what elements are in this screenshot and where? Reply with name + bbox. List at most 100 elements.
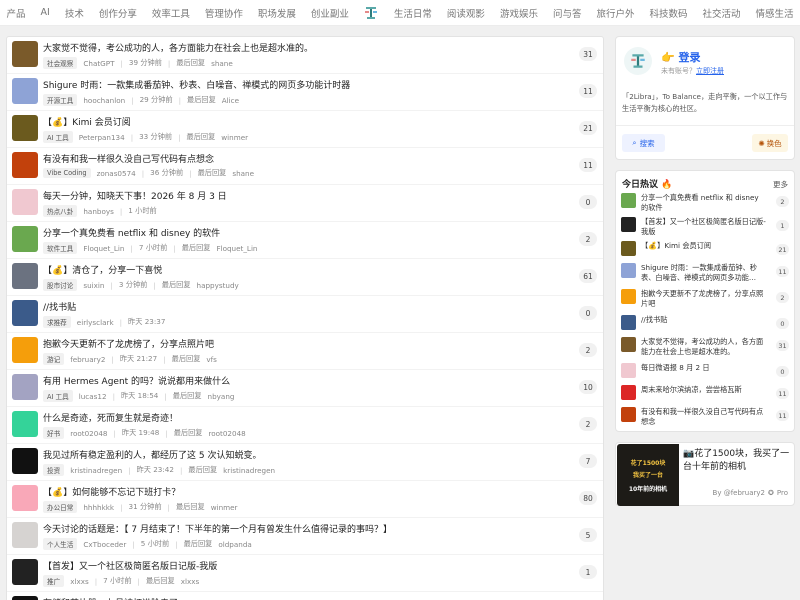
nav-item-qa[interactable]: 问与答 bbox=[545, 6, 589, 20]
site-logo-icon[interactable] bbox=[363, 5, 379, 21]
avatar[interactable] bbox=[12, 448, 38, 474]
last-reply-user[interactable]: Floquet_Lin bbox=[216, 244, 257, 253]
avatar[interactable] bbox=[621, 241, 636, 256]
nav-item-career[interactable]: 职场发展 bbox=[250, 6, 303, 20]
topic-title[interactable]: 每天一分钟，知晓天下事！2026 年 8 月 3 日 bbox=[43, 189, 227, 202]
topic-title[interactable]: 存储和芯片股，七月被打进脸走了 bbox=[43, 596, 178, 600]
promo-title[interactable]: 📷花了1500块，我买了一台十年前的相机 bbox=[683, 448, 793, 474]
topic-author[interactable]: lucas12 bbox=[79, 392, 107, 401]
nav-item-digital[interactable]: 科技数码 bbox=[642, 6, 695, 20]
topic-row[interactable]: //找书贴 求推荐 eirlysclark | 昨天 23:37 0 bbox=[7, 296, 603, 333]
topic-tag[interactable]: 好书 bbox=[43, 427, 65, 439]
topic-tag[interactable]: 热点八卦 bbox=[43, 205, 78, 217]
avatar[interactable] bbox=[12, 337, 38, 363]
topic-tag[interactable]: 投资 bbox=[43, 464, 65, 476]
topic-author[interactable]: hhhhkkk bbox=[83, 503, 114, 512]
hot-topic-title[interactable]: 周末来哈尔滨纳凉，尝尝格瓦斯 bbox=[641, 385, 767, 395]
topic-title[interactable]: 我见过所有稳定盈利的人，都经历了这 5 次认知蜕变。 bbox=[43, 448, 261, 461]
topic-author[interactable]: february2 bbox=[70, 355, 105, 364]
avatar[interactable] bbox=[12, 411, 38, 437]
hot-topic-title[interactable]: //找书贴 bbox=[641, 315, 767, 325]
avatar[interactable] bbox=[12, 189, 38, 215]
topic-title[interactable]: Shigure 时雨：一款集成番茄钟、秒表、白噪音、禅模式的网页多功能计时器 bbox=[43, 78, 350, 91]
last-reply-user[interactable]: xlxxs bbox=[181, 577, 200, 586]
nav-item-startup[interactable]: 创业副业 bbox=[303, 6, 356, 20]
avatar[interactable] bbox=[12, 485, 38, 511]
avatar[interactable] bbox=[12, 300, 38, 326]
nav-item-reading[interactable]: 阅读观影 bbox=[439, 6, 492, 20]
topic-tag[interactable]: 股市讨论 bbox=[43, 279, 78, 291]
topic-author[interactable]: suixin bbox=[83, 281, 104, 290]
topic-row[interactable]: 大家觉不觉得，考公成功的人，各方面能力在社会上也是超水准的。 社会观察 ChatGP… bbox=[7, 37, 603, 74]
topic-author[interactable]: CxTboceder bbox=[83, 540, 126, 549]
topic-author[interactable]: xlxxs bbox=[70, 577, 89, 586]
topic-tag[interactable]: Vibe Coding bbox=[43, 168, 91, 178]
nav-item-life[interactable]: 生活日常 bbox=[386, 6, 439, 20]
topic-title[interactable]: 大家觉不觉得，考公成功的人，各方面能力在社会上也是超水准的。 bbox=[43, 41, 313, 54]
topic-row[interactable]: 分享一个真免费看 netflix 和 disney 的软件 软件工具 Floquet… bbox=[7, 222, 603, 259]
topic-author[interactable]: Peterpan134 bbox=[79, 133, 125, 142]
topic-author[interactable]: hoochanlon bbox=[83, 96, 125, 105]
topic-author[interactable]: hanboys bbox=[83, 207, 113, 216]
avatar[interactable] bbox=[12, 226, 38, 252]
avatar[interactable] bbox=[12, 152, 38, 178]
last-reply-user[interactable]: nbyang bbox=[208, 392, 235, 401]
more-link[interactable]: 更多 bbox=[773, 179, 788, 190]
last-reply-user[interactable]: oldpanda bbox=[218, 540, 251, 549]
hot-topic-title[interactable]: Shigure 时雨：一款集成番茄钟、秒表、白噪音、禅模式的网页多功能… bbox=[641, 263, 767, 283]
topic-tag[interactable]: 开源工具 bbox=[43, 94, 78, 106]
topic-row[interactable]: 什么是奇迹，死而复生就是奇迹！ 好书 root02048 | 昨天 19:48 | 最后回复… bbox=[7, 407, 603, 444]
search-button[interactable]: ⌕ 搜索 bbox=[622, 134, 665, 152]
nav-item-ai[interactable]: AI bbox=[33, 7, 57, 18]
topic-tag[interactable]: AI 工具 bbox=[43, 390, 73, 402]
topic-title[interactable]: 抱歉今天更新不了龙虎榜了，分享点照片吧 bbox=[43, 337, 214, 350]
nav-item-games[interactable]: 游戏娱乐 bbox=[492, 6, 545, 20]
topic-tag[interactable]: 办公日常 bbox=[43, 501, 78, 513]
nav-item-travel[interactable]: 旅行户外 bbox=[589, 6, 642, 20]
topic-tag[interactable]: AI 工具 bbox=[43, 131, 73, 143]
nav-item-efficiency[interactable]: 效率工具 bbox=[144, 6, 197, 20]
topic-tag[interactable]: 个人生活 bbox=[43, 538, 78, 550]
topic-row[interactable]: 【首发】又一个社区极简匿名版日记版-我版 推广 xlxxs | 7 小时前 | 最后回复 xl… bbox=[7, 555, 603, 592]
hot-topic-title[interactable]: 抱歉今天更新不了龙虎榜了，分享点照片吧 bbox=[641, 289, 767, 309]
topic-row[interactable]: 有没有和我一样很久没自己写代码有点想念 Vibe Coding zonas0574 |… bbox=[7, 148, 603, 185]
topic-row[interactable]: 抱歉今天更新不了龙虎榜了，分享点照片吧 游记 february2 | 昨天 21:27 |… bbox=[7, 333, 603, 370]
register-link[interactable]: 立即注册 bbox=[696, 67, 724, 75]
topic-tag[interactable]: 推广 bbox=[43, 575, 65, 587]
theme-color-button[interactable]: ✺ 换色 bbox=[752, 134, 788, 152]
topic-author[interactable]: kristinadregen bbox=[70, 466, 122, 475]
topic-row[interactable]: 【💰】如何能够不忘记下班打卡？ 办公日常 hhhhkkk | 31 分钟前 | 最后回复 wi… bbox=[7, 481, 603, 518]
avatar[interactable] bbox=[12, 115, 38, 141]
topic-title[interactable]: 有没有和我一样很久没自己写代码有点想念 bbox=[43, 152, 214, 165]
avatar[interactable] bbox=[621, 315, 636, 330]
topic-author[interactable]: root02048 bbox=[70, 429, 107, 438]
avatar[interactable] bbox=[621, 217, 636, 232]
topic-author[interactable]: Floquet_Lin bbox=[83, 244, 124, 253]
nav-item-creation[interactable]: 创作分享 bbox=[91, 6, 144, 20]
avatar[interactable] bbox=[621, 385, 636, 400]
last-reply-user[interactable]: shane bbox=[211, 59, 233, 68]
last-reply-user[interactable]: vfs bbox=[206, 355, 217, 364]
promo-author[interactable]: By @february2 bbox=[713, 489, 765, 497]
topic-title[interactable]: 【💰】清仓了，分享一下喜悦 bbox=[43, 263, 162, 276]
last-reply-user[interactable]: happystudy bbox=[197, 281, 239, 290]
topic-title[interactable]: //找书贴 bbox=[43, 300, 76, 313]
topic-tag[interactable]: 求推荐 bbox=[43, 316, 71, 328]
topic-row[interactable]: 每天一分钟，知晓天下事！2026 年 8 月 3 日热点八卦 hanboys | 1 … bbox=[7, 185, 603, 222]
login-link[interactable]: 👉 登录 bbox=[661, 49, 701, 65]
hot-topic-title[interactable]: 分享一个真免费看 netflix 和 disney 的软件 bbox=[641, 193, 767, 213]
hot-topic-title[interactable]: 大家觉不觉得，考公成功的人，各方面能力在社会上也是超水准的。 bbox=[641, 337, 767, 357]
avatar[interactable] bbox=[12, 522, 38, 548]
avatar[interactable] bbox=[12, 263, 38, 289]
avatar[interactable] bbox=[621, 193, 636, 208]
topic-row[interactable]: 我见过所有稳定盈利的人，都经历了这 5 次认知蜕变。 投资 kristinadreg… bbox=[7, 444, 603, 481]
avatar[interactable] bbox=[621, 337, 636, 352]
last-reply-user[interactable]: winmer bbox=[221, 133, 248, 142]
avatar[interactable] bbox=[12, 559, 38, 585]
topic-row[interactable]: 【💰】Kimi 会员订阅 AI 工具 Peterpan134 | 33 分钟前 | 最后回复… bbox=[7, 111, 603, 148]
avatar[interactable] bbox=[621, 407, 636, 422]
topic-title[interactable]: 【首发】又一个社区极简匿名版日记版-我版 bbox=[43, 559, 217, 572]
hot-topic-title[interactable]: 每日微语报 8 月 2 日 bbox=[641, 363, 767, 373]
topic-row[interactable]: Shigure 时雨：一款集成番茄钟、秒表、白噪音、禅模式的网页多功能计时器 开源… bbox=[7, 74, 603, 111]
topic-tag[interactable]: 社会观察 bbox=[43, 57, 78, 69]
